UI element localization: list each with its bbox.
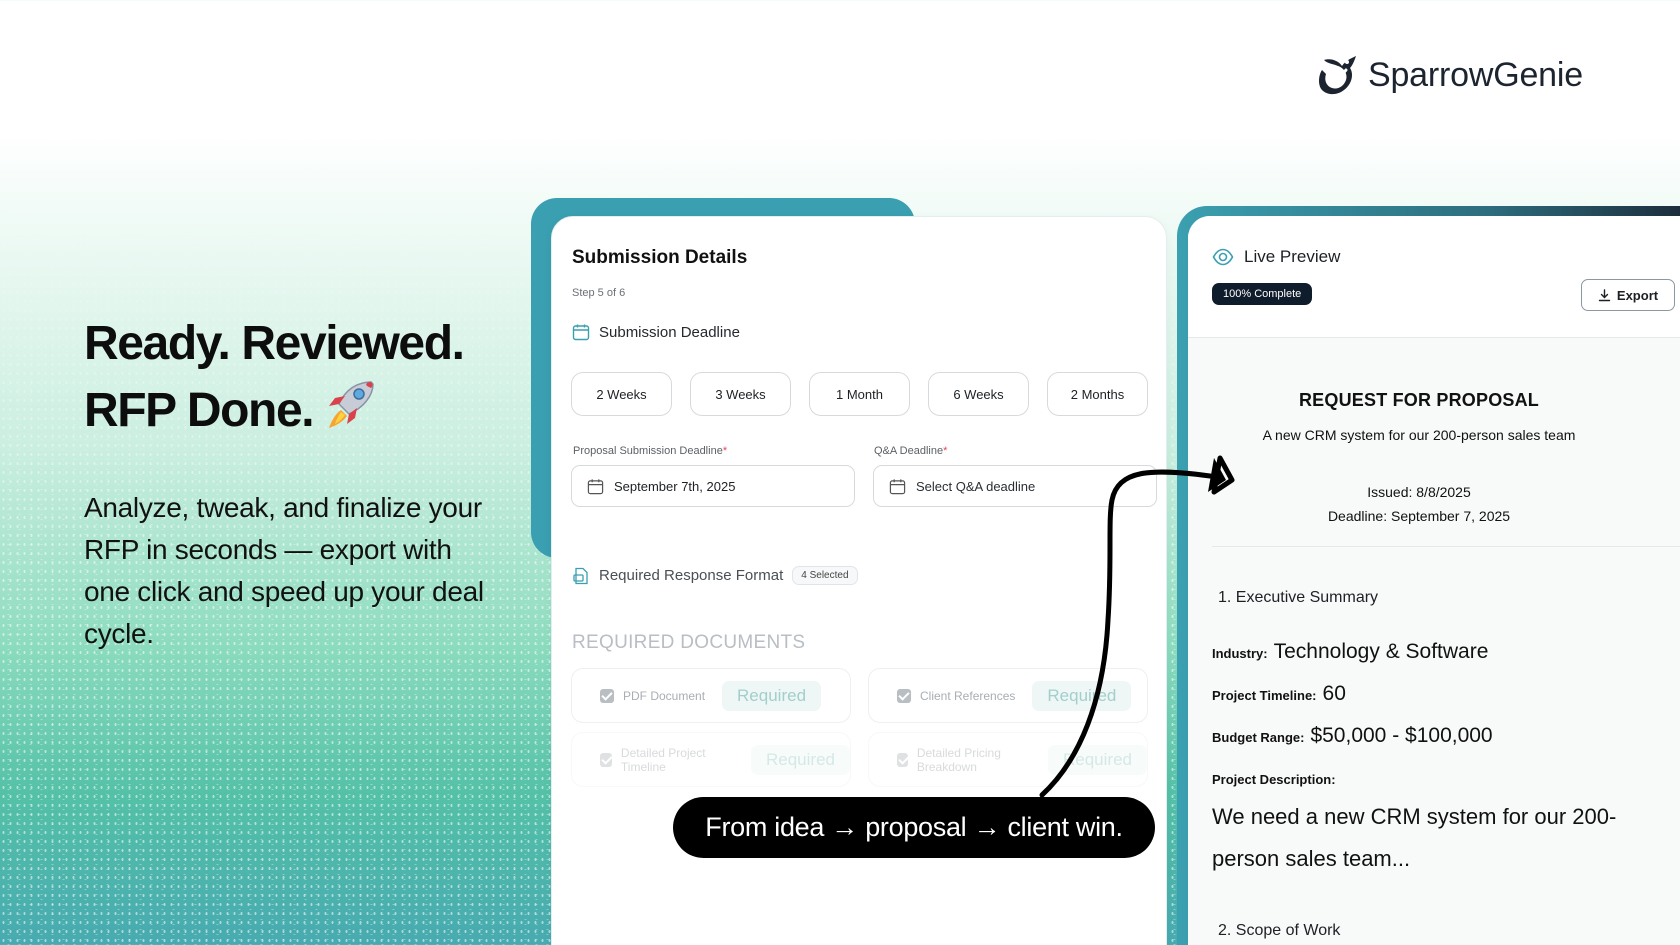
calendar-icon bbox=[889, 478, 906, 494]
deadline-section-label: Submission Deadline bbox=[599, 323, 740, 341]
document-pricing-breakdown[interactable]: Detailed Pricing Breakdown Required bbox=[868, 732, 1148, 787]
description-label: Project Description: bbox=[1212, 772, 1336, 787]
deadline-option-3-weeks[interactable]: 3 Weeks bbox=[690, 372, 791, 416]
live-preview-title: Live Preview bbox=[1212, 246, 1340, 268]
deadline-options: 2 Weeks 3 Weeks 1 Month 6 Weeks 2 Months bbox=[571, 372, 1148, 416]
section-scope-of-work: 2. Scope of Work bbox=[1218, 922, 1341, 939]
required-mark: * bbox=[943, 445, 948, 457]
selected-count-badge: 4 Selected bbox=[792, 566, 858, 585]
qa-deadline-label-text: Q&A Deadline bbox=[874, 445, 944, 457]
proposal-deadline-value: September 7th, 2025 bbox=[614, 478, 736, 494]
required-tag: Required bbox=[722, 680, 822, 711]
hero-title: Ready. Reviewed. RFP Done. bbox=[84, 312, 504, 443]
rfp-deadline: Deadline: September 7, 2025 bbox=[1327, 508, 1511, 524]
divider bbox=[1212, 546, 1680, 547]
live-preview-panel: Live Preview 100% Complete Export REQUES… bbox=[1188, 216, 1680, 945]
checkbox-checked[interactable] bbox=[600, 752, 612, 767]
preview-header: Live Preview 100% Complete Export bbox=[1188, 216, 1680, 338]
document-name: Client References bbox=[920, 688, 1016, 703]
response-format-label: Required Response Format bbox=[599, 567, 784, 584]
proposal-deadline-label-text: Proposal Submission Deadline bbox=[573, 445, 723, 457]
proposal-deadline-label: Proposal Submission Deadline* bbox=[573, 445, 727, 457]
section-executive-summary: 1. Executive Summary bbox=[1218, 589, 1379, 606]
response-format-section: Required Response Format 4 Selected bbox=[572, 566, 858, 585]
hero-subtitle: Analyze, tweak, and finalize your RFP in… bbox=[84, 492, 484, 649]
document-name: Detailed Project Timeline bbox=[620, 745, 706, 774]
eye-icon bbox=[1212, 248, 1234, 266]
document-client-references[interactable]: Client References Required bbox=[868, 668, 1148, 723]
brand-name: SparrowGenie bbox=[1368, 55, 1583, 94]
checkbox-checked[interactable] bbox=[897, 752, 908, 767]
required-mark: * bbox=[722, 445, 728, 457]
calendar-icon bbox=[587, 478, 604, 494]
document-name: PDF Document bbox=[623, 688, 706, 703]
checkbox-checked[interactable] bbox=[600, 688, 614, 703]
hero-title-line2-wrap: RFP Done. bbox=[84, 376, 504, 443]
timeline-label: Project Timeline: bbox=[1212, 688, 1317, 703]
document-pdf[interactable]: PDF Document Required bbox=[571, 668, 851, 723]
required-documents-title: REQUIRED DOCUMENTS bbox=[572, 632, 806, 653]
required-tag: Required bbox=[751, 744, 850, 775]
completion-badge: 100% Complete bbox=[1212, 283, 1313, 305]
deadline-option-1-month[interactable]: 1 Month bbox=[809, 372, 910, 416]
hero-title-line2: RFP Done. bbox=[84, 384, 315, 437]
card-title: Submission Details bbox=[572, 247, 748, 268]
budget-value: $50,000 - $100,000 bbox=[1310, 724, 1493, 747]
rfp-subtitle: A new CRM system for our 200-person sale… bbox=[1262, 427, 1576, 443]
timeline-value: 60 bbox=[1322, 682, 1346, 705]
document-format-icon bbox=[573, 567, 588, 584]
rfp-title: REQUEST FOR PROPOSAL bbox=[1298, 390, 1540, 410]
proposal-deadline-input[interactable]: September 7th, 2025 bbox=[571, 465, 855, 507]
industry-value: Technology & Software bbox=[1273, 640, 1489, 663]
hero: Ready. Reviewed. RFP Done. Analyze, twea… bbox=[84, 312, 504, 655]
deadline-section: Submission Deadline bbox=[572, 323, 740, 341]
live-preview-label: Live Preview bbox=[1244, 247, 1341, 266]
deadline-option-2-weeks[interactable]: 2 Weeks bbox=[571, 372, 672, 416]
tagline-pill: From idea → proposal → client win. bbox=[673, 797, 1155, 858]
export-label: Export bbox=[1616, 287, 1659, 303]
industry-row: Industry: Technology & Software bbox=[1212, 640, 1488, 664]
rocket-icon bbox=[329, 381, 374, 428]
required-tag: Required bbox=[1032, 680, 1132, 711]
export-button[interactable]: Export bbox=[1581, 279, 1675, 311]
hero-title-line1: Ready. Reviewed. bbox=[84, 317, 465, 370]
download-icon bbox=[1598, 288, 1611, 301]
document-project-timeline[interactable]: Detailed Project Timeline Required bbox=[571, 732, 851, 787]
brand: SparrowGenie bbox=[1316, 52, 1583, 98]
timeline-row: Project Timeline: 60 bbox=[1212, 682, 1346, 706]
calendar-icon bbox=[572, 324, 590, 341]
deadline-option-2-months[interactable]: 2 Months bbox=[1047, 372, 1148, 416]
document-name: Detailed Pricing Breakdown bbox=[916, 745, 1001, 774]
rfp-issued: Issued: 8/8/2025 bbox=[1367, 484, 1471, 500]
required-tag: Required bbox=[1048, 744, 1147, 775]
qa-deadline-label: Q&A Deadline* bbox=[874, 445, 947, 457]
industry-label: Industry: bbox=[1212, 646, 1268, 661]
sparrow-logo-icon bbox=[1319, 56, 1356, 95]
deadline-option-6-weeks[interactable]: 6 Weeks bbox=[928, 372, 1029, 416]
budget-row: Budget Range: $50,000 - $100,000 bbox=[1212, 724, 1493, 748]
step-indicator: Step 5 of 6 bbox=[572, 287, 626, 299]
qa-deadline-input[interactable]: Select Q&A deadline bbox=[873, 465, 1157, 507]
checkbox-checked[interactable] bbox=[897, 688, 911, 703]
qa-deadline-placeholder: Select Q&A deadline bbox=[916, 478, 1036, 494]
description-row: Project Description: bbox=[1212, 772, 1336, 787]
description-value: We need a new CRM system for our 200-per… bbox=[1212, 804, 1617, 871]
budget-label: Budget Range: bbox=[1212, 730, 1305, 745]
